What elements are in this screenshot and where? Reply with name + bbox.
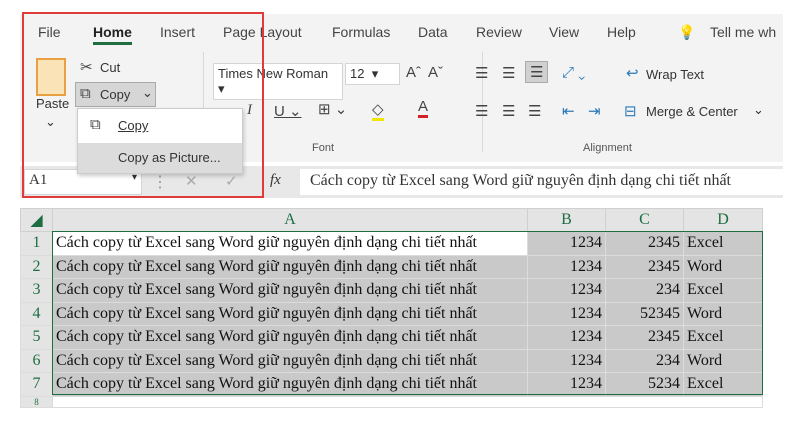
chevron-down-icon[interactable]: ⌄: [753, 102, 764, 118]
font-color-icon[interactable]: A: [418, 98, 429, 118]
row-header[interactable]: 5: [20, 325, 53, 350]
cell[interactable]: [52, 395, 763, 408]
tab-view[interactable]: View: [549, 24, 579, 40]
decrease-indent-icon[interactable]: ⇤: [562, 102, 575, 120]
wrap-text-button[interactable]: Wrap Text: [646, 67, 704, 82]
tell-me-search[interactable]: Tell me wh: [710, 24, 776, 40]
align-middle-icon[interactable]: ☰: [502, 64, 515, 82]
font-size-select[interactable]: 12 ▾: [345, 63, 400, 85]
row-header[interactable]: 3: [20, 278, 53, 303]
column-header-a[interactable]: A: [52, 208, 528, 232]
tab-review[interactable]: Review: [476, 24, 522, 40]
font-group-label: Font: [312, 142, 335, 154]
insert-function-icon[interactable]: fx: [270, 172, 281, 189]
merge-center-icon: ⊟: [624, 103, 637, 120]
align-bottom-icon[interactable]: ☰: [525, 61, 549, 83]
tab-formulas[interactable]: Formulas: [332, 24, 390, 40]
formula-input[interactable]: Cách copy từ Excel sang Word giữ nguyên …: [300, 169, 783, 195]
lightbulb-icon: 💡: [678, 24, 696, 40]
alignment-group-label: Alignment: [583, 142, 632, 154]
increase-indent-icon[interactable]: ⇥: [588, 102, 601, 120]
row-header[interactable]: 7: [20, 372, 53, 397]
column-header-b[interactable]: B: [527, 208, 606, 232]
increase-font-icon[interactable]: Aˆ: [406, 64, 421, 81]
align-right-icon[interactable]: ☰: [528, 102, 541, 120]
row-header[interactable]: 6: [20, 348, 53, 373]
column-header-c[interactable]: C: [605, 208, 684, 232]
align-top-icon[interactable]: ☰: [475, 64, 488, 82]
wrap-text-icon: ↩: [626, 65, 639, 82]
select-all-corner[interactable]: ◢: [20, 208, 53, 232]
row-header[interactable]: 2: [20, 254, 53, 279]
orientation-icon[interactable]: ⤢ ⌄: [562, 64, 585, 81]
decrease-font-icon[interactable]: Aˇ: [428, 64, 443, 81]
selection-range: [52, 231, 763, 395]
highlight-box: [22, 12, 264, 198]
row-header[interactable]: 4: [20, 301, 53, 326]
fill-color-icon[interactable]: ◇: [372, 100, 384, 121]
align-center-icon[interactable]: ☰: [502, 102, 515, 120]
row-header[interactable]: 1: [20, 231, 53, 256]
merge-center-button[interactable]: Merge & Center: [646, 104, 738, 119]
borders-icon[interactable]: ⊞ ⌄: [318, 100, 347, 118]
row-header[interactable]: 8: [20, 395, 53, 408]
tab-help[interactable]: Help: [607, 24, 636, 40]
align-left-icon[interactable]: ☰: [475, 102, 488, 120]
tab-data[interactable]: Data: [418, 24, 448, 40]
underline-icon[interactable]: U ⌄: [274, 102, 302, 120]
column-header-d[interactable]: D: [683, 208, 763, 232]
font-size-value: 12: [350, 66, 365, 81]
